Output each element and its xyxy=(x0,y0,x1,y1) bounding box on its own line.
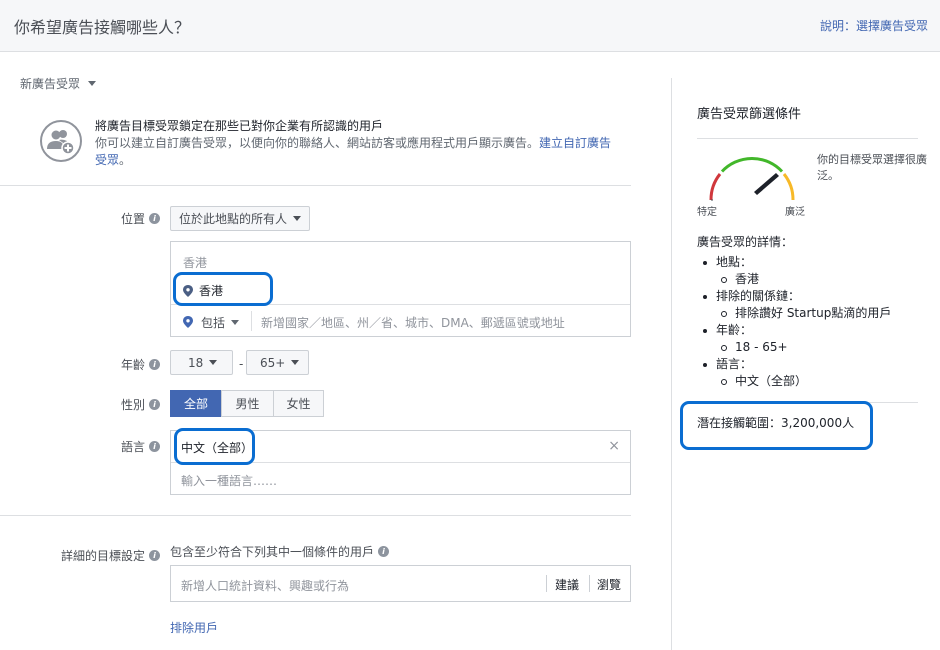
list-item: 年齡： xyxy=(703,322,891,339)
browse-button[interactable]: 瀏覽 xyxy=(597,576,621,593)
info-icon[interactable]: i xyxy=(149,441,160,452)
close-icon[interactable]: × xyxy=(608,438,620,454)
gender-male-button[interactable]: 男性 xyxy=(221,390,274,417)
list-item: 排除讚好 Startup點滴的用戶 xyxy=(703,305,891,322)
bullet xyxy=(703,362,707,367)
detailed-targeting-label: 詳細的目標設定 i xyxy=(0,547,160,564)
page-title: 你希望廣告接觸哪些人？ xyxy=(14,18,191,37)
age-max-dropdown[interactable]: 65+ xyxy=(246,350,309,375)
language-input[interactable]: 輸入一種語言…… xyxy=(181,472,277,489)
age-separator: - xyxy=(239,357,244,371)
info-icon[interactable]: i xyxy=(149,359,160,370)
gauge-specific-label: 特定 xyxy=(697,207,717,218)
location-region-heading: 香港 xyxy=(183,256,208,270)
gender-label: 性別 i xyxy=(0,396,160,413)
audience-definition-title: 廣告受眾篩選條件 xyxy=(697,107,802,122)
chevron-down-icon xyxy=(293,216,302,221)
gender-selector: 全部 男性 女性 xyxy=(170,390,324,417)
list-item: 18 - 65+ xyxy=(703,339,891,356)
audience-details-list: 地點： 香港 排除的關係鏈： 排除讚好 Startup點滴的用戶 年齡： 18 … xyxy=(703,254,891,390)
selected-language-highlight xyxy=(174,428,255,465)
custom-audience-title: 將廣告目標受眾鎖定在那些已對你企業有所認識的用戶 xyxy=(95,119,384,133)
audience-dropdown[interactable]: 新廣告受眾 xyxy=(20,75,97,92)
location-search-input[interactable]: 新增國家／地區、州／省、城市、DMA、郵遞區號或地址 xyxy=(261,314,565,331)
section-divider xyxy=(0,185,631,186)
bullet xyxy=(703,260,707,265)
detailed-targeting-subtitle: 包含至少符合下列其中一個條件的用戶 i xyxy=(170,543,390,560)
info-icon[interactable]: i xyxy=(149,399,160,410)
custom-audience-people-icon xyxy=(40,120,82,162)
gauge-broad-label: 廣泛 xyxy=(785,207,805,218)
bullet xyxy=(721,344,727,351)
detailed-targeting-box: 新增人口統計資料、興趣或行為 建議 瀏覽 xyxy=(170,565,631,602)
include-dropdown[interactable]: 包括 xyxy=(201,314,240,331)
audience-details-title: 廣告受眾的詳情： xyxy=(697,235,794,249)
page-header: 你希望廣告接觸哪些人？ 說明：選擇廣告受眾 xyxy=(0,0,940,52)
bullet xyxy=(703,328,707,333)
audience-size-gauge-icon xyxy=(709,157,795,201)
gender-all-button[interactable]: 全部 xyxy=(170,390,222,417)
language-label: 語言 i xyxy=(0,438,160,455)
bullet xyxy=(703,294,707,299)
divider xyxy=(251,311,252,331)
potential-reach-highlight xyxy=(680,401,873,450)
bullet xyxy=(721,276,727,283)
age-min-dropdown[interactable]: 18 xyxy=(170,350,233,375)
location-scope-dropdown[interactable]: 位於此地點的所有人 xyxy=(170,206,311,231)
list-item: 中文（全部） xyxy=(703,373,891,390)
suggestions-button[interactable]: 建議 xyxy=(555,576,579,593)
list-item: 排除的關係鏈： xyxy=(703,288,891,305)
panel-divider xyxy=(671,78,672,650)
chevron-down-icon xyxy=(231,320,240,325)
bullet xyxy=(721,378,727,385)
exclude-people-link[interactable]: 排除用戶 xyxy=(170,619,218,636)
info-icon[interactable]: i xyxy=(378,546,390,557)
age-label: 年齡 i xyxy=(0,356,160,373)
info-icon[interactable]: i xyxy=(149,213,160,224)
list-item: 語言： xyxy=(703,356,891,373)
divider xyxy=(546,575,547,592)
location-label: 位置 i xyxy=(0,210,160,227)
bullet xyxy=(721,310,727,317)
list-item: 地點： xyxy=(703,254,891,271)
divider xyxy=(589,575,590,592)
help-link[interactable]: 說明：選擇廣告受眾 xyxy=(820,17,928,34)
location-pin-icon xyxy=(183,316,193,328)
selected-location-highlight xyxy=(173,272,273,306)
chevron-down-icon xyxy=(88,81,97,86)
list-item: 香港 xyxy=(703,271,891,288)
location-input-row: 包括 新增國家／地區、州／省、城市、DMA、郵遞區號或地址 xyxy=(171,304,630,336)
info-icon[interactable]: i xyxy=(149,550,160,561)
divider xyxy=(697,138,918,139)
chevron-down-icon xyxy=(209,360,218,365)
custom-audience-description: 你可以建立自訂廣告受眾，以便向你的聯絡人、網站訪客或應用程式用戶顯示廣告。建立自… xyxy=(95,136,612,167)
gender-female-button[interactable]: 女性 xyxy=(273,390,324,417)
custom-audience-text: 將廣告目標受眾鎖定在那些已對你企業有所認識的用戶 你可以建立自訂廣告受眾，以便向… xyxy=(95,118,615,169)
audience-dropdown-label: 新廣告受眾 xyxy=(20,77,81,91)
chevron-down-icon xyxy=(291,360,300,365)
gauge-description: 你的目標受眾選擇很廣泛。 xyxy=(817,153,927,182)
detailed-targeting-input[interactable]: 新增人口統計資料、興趣或行為 xyxy=(181,577,349,594)
section-divider xyxy=(0,515,631,516)
